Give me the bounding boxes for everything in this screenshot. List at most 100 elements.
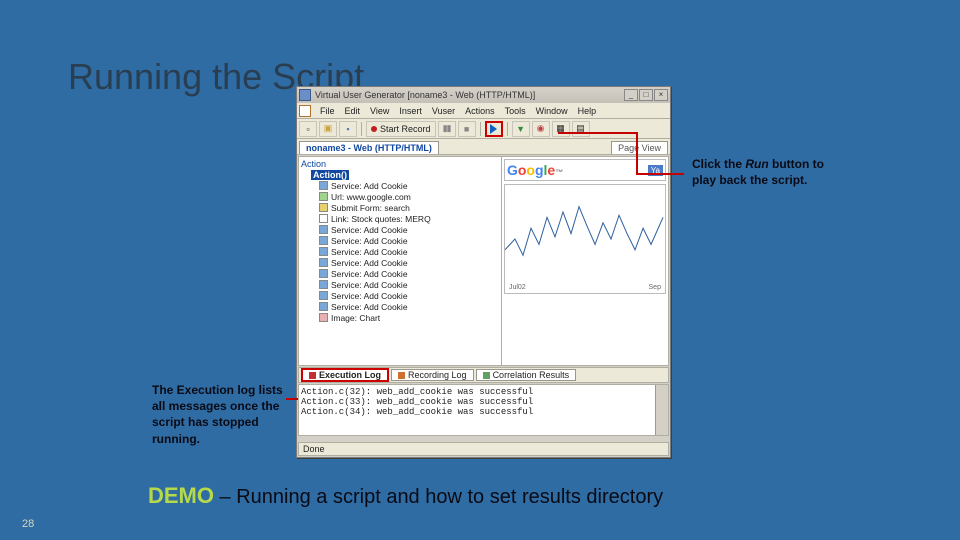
tab-label: Execution Log (319, 370, 381, 380)
tree-item[interactable]: Service: Add Cookie (319, 290, 499, 301)
axis-label-right: Sep (649, 284, 661, 291)
menu-view[interactable]: View (365, 106, 394, 116)
tree-item[interactable]: Image: Chart (319, 312, 499, 323)
step-icon (319, 181, 328, 190)
tab-recording-log[interactable]: Recording Log (391, 369, 474, 381)
menu-file[interactable]: File (315, 106, 340, 116)
menubar: File Edit View Insert Vuser Actions Tool… (297, 103, 670, 119)
step-icon (319, 203, 328, 212)
close-button[interactable]: × (654, 89, 668, 101)
tree-item[interactable]: Service: Add Cookie (319, 235, 499, 246)
record-icon (371, 126, 377, 132)
maximize-button[interactable]: □ (639, 89, 653, 101)
connector (558, 132, 638, 134)
tree-item[interactable]: Service: Add Cookie (319, 268, 499, 279)
tab-document[interactable]: noname3 - Web (HTTP/HTML) (299, 141, 439, 154)
start-record-button[interactable]: Start Record (366, 121, 436, 137)
stock-chart: Jul02 Sep (504, 184, 666, 294)
window-title: Virtual User Generator [noname3 - Web (H… (315, 90, 620, 100)
tool-misc-3[interactable]: ▦ (552, 121, 570, 137)
tool-misc-4[interactable]: ▤ (572, 121, 590, 137)
tree-item[interactable]: Service: Add Cookie (319, 301, 499, 312)
tool-misc-1[interactable]: ▼ (512, 121, 530, 137)
chart-svg (505, 185, 665, 293)
tree-item[interactable]: Service: Add Cookie (319, 180, 499, 191)
separator (507, 122, 508, 136)
tab-execution-log[interactable]: Execution Log (301, 368, 389, 382)
run-button[interactable] (485, 121, 503, 137)
axis-label-left: Jul02 (509, 284, 526, 291)
tab-correlation-results[interactable]: Correlation Results (476, 369, 577, 381)
log-line: Action.c(34): web_add_cookie was success… (301, 407, 666, 417)
tab-page-view[interactable]: Page View (611, 141, 668, 154)
output-tabs: Execution Log Recording Log Correlation … (298, 367, 669, 383)
start-record-label: Start Record (380, 124, 431, 134)
connector (286, 398, 298, 400)
tab-label: Recording Log (408, 370, 467, 380)
log-line: Action.c(32): web_add_cookie was success… (301, 387, 666, 397)
step-icon (319, 214, 328, 223)
menu-insert[interactable]: Insert (394, 106, 427, 116)
step-icon (319, 247, 328, 256)
demo-label: DEMO (148, 483, 214, 508)
disk-icon: ▪ (346, 124, 349, 134)
log-icon (483, 372, 490, 379)
callout-execution-log: The Execution log lists all messages onc… (152, 382, 292, 447)
tree-item[interactable]: Service: Add Cookie (319, 246, 499, 257)
menu-vuser[interactable]: Vuser (427, 106, 460, 116)
page-number: 28 (22, 518, 34, 530)
demo-text: – Running a script and how to set result… (214, 486, 663, 508)
connector (636, 173, 684, 175)
document-tabs: noname3 - Web (HTTP/HTML) Page View (297, 139, 670, 155)
tree-items: Service: Add Cookie Url: www.google.com … (319, 180, 499, 323)
down-icon: ▼ (516, 124, 525, 134)
step-icon (319, 291, 328, 300)
tree-item[interactable]: Service: Add Cookie (319, 279, 499, 290)
step-icon (319, 269, 328, 278)
folder-icon: ▣ (324, 123, 333, 134)
tree-item-label: Submit Form: search (331, 203, 410, 213)
demo-line: DEMO – Running a script and how to set r… (148, 483, 663, 509)
tab-label: Correlation Results (493, 370, 570, 380)
tree-item-label: Service: Add Cookie (331, 181, 408, 191)
tree-item[interactable]: Link: Stock quotes: MERQ (319, 213, 499, 224)
app-icon (299, 89, 311, 101)
callout-run: Click the Run button to play back the sc… (692, 156, 832, 188)
tree-item[interactable]: Service: Add Cookie (319, 224, 499, 235)
tool-save[interactable]: ▪ (339, 121, 357, 137)
step-icon (319, 302, 328, 311)
action-tree[interactable]: Action Action() Service: Add Cookie Url:… (299, 157, 502, 365)
minimize-button[interactable]: _ (624, 89, 638, 101)
step-icon (319, 236, 328, 245)
app-window: Virtual User Generator [noname3 - Web (H… (296, 86, 671, 458)
tree-action-node[interactable]: Action() (311, 170, 349, 180)
titlebar: Virtual User Generator [noname3 - Web (H… (297, 87, 670, 103)
tool-pause[interactable]: ▮▮ (438, 121, 456, 137)
tool-stop[interactable]: ■ (458, 121, 476, 137)
tool-misc-2[interactable]: ◉ (532, 121, 550, 137)
window-buttons: _ □ × (624, 89, 668, 101)
tree-item-label: Service: Add Cookie (331, 291, 408, 301)
tree-item-label: Image: Chart (331, 313, 380, 323)
step-icon (319, 258, 328, 267)
tree-root[interactable]: Action (301, 159, 499, 169)
menu-window[interactable]: Window (531, 106, 573, 116)
tree-item-label: Service: Add Cookie (331, 269, 408, 279)
connector (636, 132, 638, 174)
log-line: Action.c(33): web_add_cookie was success… (301, 397, 666, 407)
tree-item-label: Service: Add Cookie (331, 302, 408, 312)
menu-tools[interactable]: Tools (500, 106, 531, 116)
tree-item-label: Url: www.google.com (331, 192, 411, 202)
tool-new[interactable]: ▫ (299, 121, 317, 137)
tree-item[interactable]: Submit Form: search (319, 202, 499, 213)
tree-item[interactable]: Service: Add Cookie (319, 257, 499, 268)
menu-edit[interactable]: Edit (340, 106, 366, 116)
play-icon (490, 124, 497, 134)
breakpoint-icon: ◉ (537, 123, 545, 134)
tree-item[interactable]: Url: www.google.com (319, 191, 499, 202)
tool-open[interactable]: ▣ (319, 121, 337, 137)
menu-actions[interactable]: Actions (460, 106, 500, 116)
execution-log-pane[interactable]: Action.c(32): web_add_cookie was success… (298, 384, 669, 436)
tree-item-label: Link: Stock quotes: MERQ (331, 214, 431, 224)
menu-help[interactable]: Help (573, 106, 602, 116)
